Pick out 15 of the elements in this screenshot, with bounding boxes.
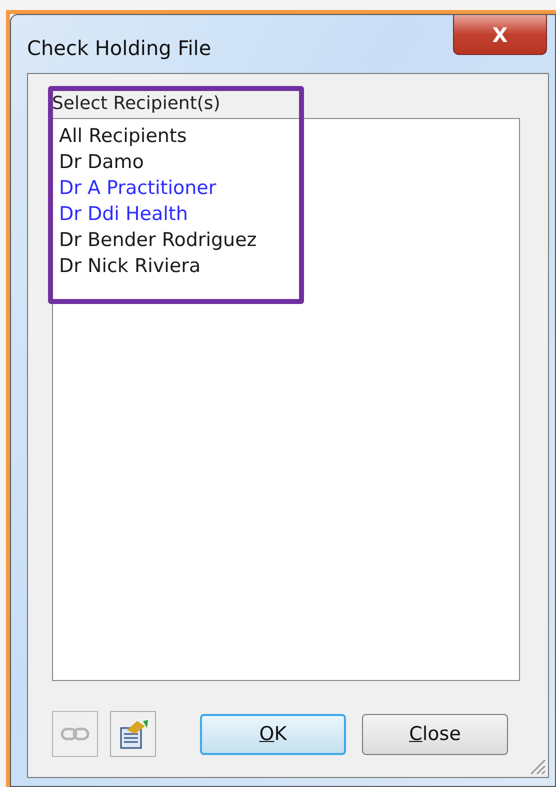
recipient-item[interactable]: Dr Nick Riviera (59, 253, 201, 279)
recipient-item[interactable]: Dr Damo (59, 149, 144, 175)
dialog-button[interactable]: Close (362, 714, 508, 754)
recipient-item[interactable]: Dr A Practitioner (59, 175, 216, 201)
recipient-item[interactable]: Dr Ddi Health (59, 201, 188, 227)
list-label: Select Recipient(s) (52, 95, 222, 113)
link-icon (60, 726, 90, 742)
recipient-list[interactable]: All Recipients Dr Damo Dr A Practitioner Dr Ddi Health Dr Bender Rodriguez Dr Nick Riviera (52, 118, 520, 681)
window-title: Check Holding File (27, 35, 212, 62)
window-close-button[interactable]: X (453, 15, 547, 55)
dialog-button[interactable]: OK (200, 714, 346, 754)
toolbar-button[interactable] (110, 711, 156, 757)
recipient-item[interactable]: All Recipients (59, 123, 187, 149)
recipient-item[interactable]: Dr Bender Rodriguez (59, 227, 257, 253)
resize-grip-icon[interactable] (528, 757, 546, 775)
